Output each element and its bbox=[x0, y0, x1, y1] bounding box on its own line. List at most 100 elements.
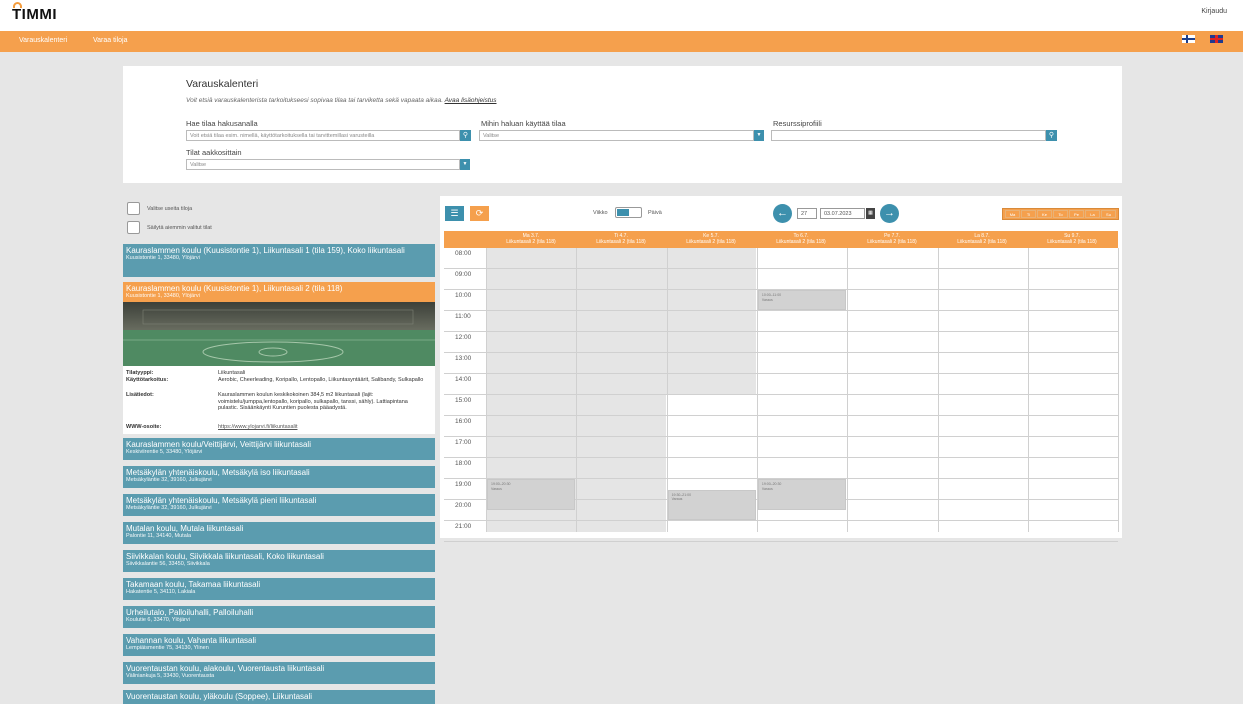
day-button-la[interactable]: La bbox=[1085, 210, 1100, 218]
calendar-panel: ☰ ⟳ Viikko Päivä ← 27 03.07.2023 ▦ → Ma … bbox=[440, 196, 1122, 542]
day-divider bbox=[1118, 248, 1120, 532]
day-button-to[interactable]: To bbox=[1053, 210, 1068, 218]
hour-label: 12:00 bbox=[455, 334, 472, 341]
location-item[interactable]: Metsäkylän yhtenäiskoulu, Metsäkylä pien… bbox=[123, 494, 435, 516]
finnish-flag-icon[interactable] bbox=[1182, 35, 1195, 43]
prev-week-arrow-icon[interactable]: ← bbox=[773, 204, 792, 223]
hour-line bbox=[444, 394, 1118, 395]
next-week-arrow-icon[interactable]: → bbox=[880, 204, 899, 223]
hour-line bbox=[444, 541, 1118, 542]
week-grid: Ma 3.7. Liikuntasali 2 (tila 118) Ti 4.7.… bbox=[444, 231, 1120, 542]
search-input[interactable]: Voit etsiä tilaa esim. nimellä, käyttöta… bbox=[186, 130, 460, 141]
day-divider bbox=[576, 248, 578, 532]
hour-line bbox=[444, 520, 1118, 521]
day-button-ti[interactable]: Ti bbox=[1021, 210, 1036, 218]
day-button-pe[interactable]: Pe bbox=[1069, 210, 1084, 218]
day-column-header: Ke 5.7. Liikuntasali 2 (tila 118) bbox=[686, 233, 736, 245]
location-item[interactable]: Kauraslammen koulu (Kuusistontie 1), Lii… bbox=[123, 244, 435, 277]
hour-label: 19:00 bbox=[455, 481, 472, 488]
calendar-icon[interactable]: ▦ bbox=[866, 208, 875, 219]
day-column-header: To 6.7. Liikuntasali 2 (tila 118) bbox=[776, 233, 826, 245]
alpha-label: Tilat aakkosittain bbox=[186, 148, 242, 157]
hour-line bbox=[444, 415, 1118, 416]
profile-label: Resurssiprofiili bbox=[773, 119, 822, 128]
location-item[interactable]: Urheilutalo, Palloiluhalli, Palloiluhall… bbox=[123, 606, 435, 628]
location-list-panel: Valitse useita tiloja Säilytä aiemmin va… bbox=[123, 196, 435, 704]
hour-line bbox=[444, 331, 1118, 332]
top-bar: TIMMI Kirjaudu bbox=[0, 0, 1243, 31]
day-column-header: Ti 4.7. Liikuntasali 2 (tila 118) bbox=[596, 233, 646, 245]
alpha-chevron-down-icon[interactable]: ▼ bbox=[460, 159, 470, 170]
location-item-selected[interactable]: Kauraslammen koulu (Kuusistontie 1), Lii… bbox=[123, 282, 435, 302]
location-item[interactable]: Siivikkalan koulu, Siivikkala liikuntasa… bbox=[123, 550, 435, 572]
hour-line bbox=[444, 352, 1118, 353]
week-toggle-label: Viikko bbox=[593, 210, 608, 216]
location-item[interactable]: Metsäkylän yhtenäiskoulu, Metsäkylä iso … bbox=[123, 466, 435, 488]
usage-select[interactable]: Valitse bbox=[479, 130, 754, 141]
nav-varauskalenteri[interactable]: Varauskalenteri bbox=[19, 37, 67, 44]
hour-label: 14:00 bbox=[455, 376, 472, 383]
keep-selected-checkbox[interactable] bbox=[127, 221, 140, 234]
reservation-event[interactable]: 19:00–20:30 Varaus bbox=[487, 479, 576, 510]
refresh-icon[interactable]: ⟳ bbox=[470, 206, 489, 221]
day-button-ke[interactable]: Ke bbox=[1037, 210, 1052, 218]
location-detail: Tilatyyppi: Liikuntasali Käyttötarkoitus:… bbox=[123, 302, 435, 434]
intro-text: Voit etsiä varauskalenterista tarkoituks… bbox=[186, 97, 497, 104]
day-column-header: Su 9.7. Liikuntasali 2 (tila 118) bbox=[1047, 233, 1097, 245]
nav-varaa-tiloja[interactable]: Varaa tiloja bbox=[93, 37, 128, 44]
date-input[interactable]: 03.07.2023 bbox=[820, 208, 865, 219]
profile-input[interactable] bbox=[771, 130, 1046, 141]
day-column-header: Ma 3.7. Liikuntasali 2 (tila 118) bbox=[506, 233, 556, 245]
search-icon[interactable]: ⚲ bbox=[460, 130, 471, 141]
location-item[interactable]: Vuorentaustan koulu, alakoulu, Vuorentau… bbox=[123, 662, 435, 684]
day-toggle-label: Päivä bbox=[648, 210, 662, 216]
multi-select-checkbox[interactable] bbox=[127, 202, 140, 215]
event-label: Varaus bbox=[671, 497, 683, 501]
day-button-ma[interactable]: Ma bbox=[1005, 210, 1020, 218]
filter-icon[interactable]: ☰ bbox=[445, 206, 464, 221]
location-item[interactable]: Vahannan koulu, Vahanta liikuntasali Lemp… bbox=[123, 634, 435, 656]
hour-label: 15:00 bbox=[455, 397, 472, 404]
view-toggle[interactable] bbox=[615, 207, 642, 218]
hour-line bbox=[444, 310, 1118, 311]
day-button-su[interactable]: Su bbox=[1101, 210, 1116, 218]
help-link[interactable]: Avaa lisäohjeistus bbox=[445, 97, 497, 104]
week-number-input[interactable]: 27 bbox=[797, 208, 817, 219]
event-label: Varaus bbox=[761, 486, 773, 491]
search-panel: Varauskalenteri Voit etsiä varauskalente… bbox=[123, 66, 1122, 183]
day-column-header: La 8.7. Liikuntasali 2 (tila 118) bbox=[957, 233, 1007, 245]
timmi-logo[interactable]: TIMMI bbox=[12, 2, 57, 23]
chevron-down-icon[interactable]: ▼ bbox=[754, 130, 764, 141]
usage-label: Mihin haluan käyttää tilaa bbox=[481, 119, 566, 128]
reservation-event[interactable]: 19:30–21:00 Varaus bbox=[667, 489, 756, 520]
english-flag-icon[interactable] bbox=[1210, 35, 1223, 43]
location-item[interactable]: Takamaan koulu, Takamaa liikuntasali Haka… bbox=[123, 578, 435, 600]
hour-line bbox=[444, 457, 1118, 458]
location-item[interactable]: Mutalan koulu, Mutala liikuntasali Palont… bbox=[123, 522, 435, 544]
login-link[interactable]: Kirjaudu bbox=[1201, 8, 1227, 15]
hour-label: 09:00 bbox=[455, 271, 472, 278]
hour-label: 13:00 bbox=[455, 355, 472, 362]
www-link[interactable]: https://www.ylojarvi.fi/liikuntasalit bbox=[218, 424, 297, 430]
hour-label: 08:00 bbox=[455, 250, 472, 257]
day-column-header: Pe 7.7. Liikuntasali 2 (tila 118) bbox=[867, 233, 917, 245]
profile-search-icon[interactable]: ⚲ bbox=[1046, 130, 1057, 141]
day-divider bbox=[847, 248, 849, 532]
hour-label: 10:00 bbox=[455, 292, 472, 299]
hour-label: 17:00 bbox=[455, 439, 472, 446]
hour-label: 18:00 bbox=[455, 460, 472, 467]
reservation-event[interactable]: 10:00–11:00 Varaus bbox=[757, 290, 847, 310]
hour-label: 21:00 bbox=[455, 523, 472, 530]
location-item[interactable]: Vuorentaustan koulu, yläkoulu (Soppee), … bbox=[123, 690, 435, 704]
day-divider bbox=[937, 248, 939, 532]
search-label: Hae tilaa hakusanalla bbox=[186, 119, 258, 128]
hour-line bbox=[444, 436, 1118, 437]
grid-header: Ma 3.7. Liikuntasali 2 (tila 118) Ti 4.7.… bbox=[444, 231, 1118, 248]
hour-label: 11:00 bbox=[455, 313, 471, 320]
location-item[interactable]: Kauraslammen koulu/Veittijärvi, Veittijä… bbox=[123, 438, 435, 460]
alpha-select[interactable]: Valitse bbox=[186, 159, 460, 170]
location-photo bbox=[123, 302, 435, 366]
weekday-filter: Ma Ti Ke To Pe La Su bbox=[1002, 208, 1119, 220]
reservation-event[interactable]: 19:00–20:30 Varaus bbox=[757, 479, 847, 510]
hour-line bbox=[444, 268, 1118, 269]
